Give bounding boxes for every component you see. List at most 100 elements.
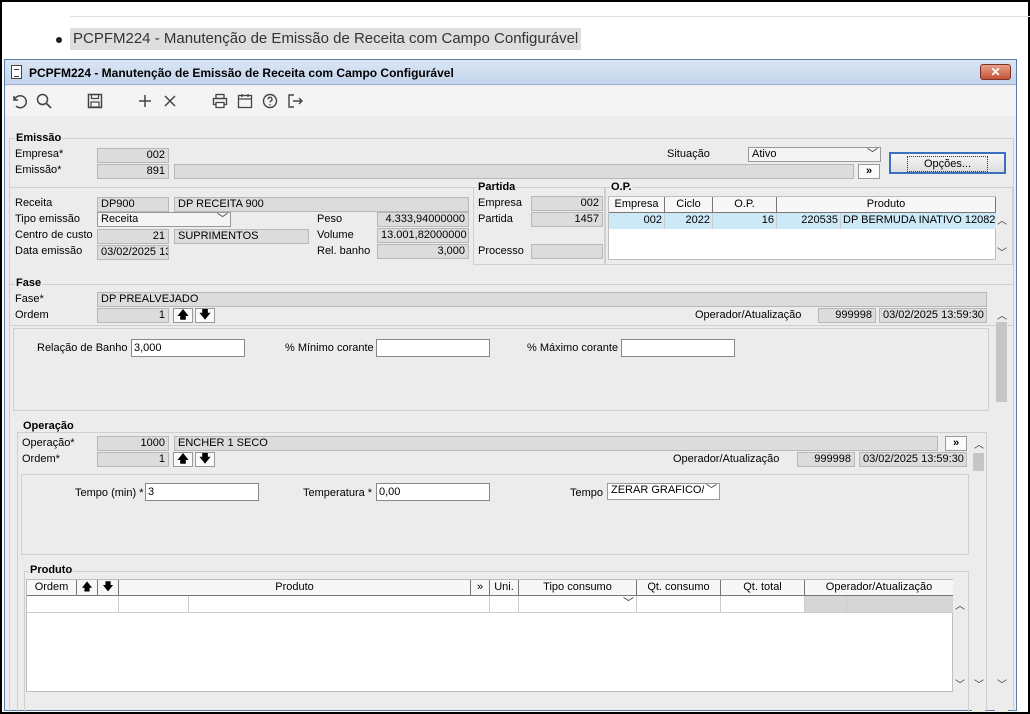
- col-more[interactable]: »: [471, 580, 490, 596]
- cell-qt-total[interactable]: [721, 596, 805, 612]
- title-bar: PCPFM224 - Manutenção de Emissão de Rece…: [5, 60, 1016, 85]
- op-grid: Empresa Ciclo O.P. Produto 002 2022 16 2…: [608, 196, 996, 260]
- app-window: PCPFM224 - Manutenção de Emissão de Rece…: [4, 59, 1017, 712]
- col-ordem-down[interactable]: 🡇: [98, 580, 119, 596]
- maximo-corante-label: % Máximo corante: [527, 342, 619, 354]
- undo-icon[interactable]: [9, 91, 29, 111]
- col-ordem[interactable]: Ordem: [27, 580, 77, 596]
- receita-code-field[interactable]: DP900: [97, 197, 169, 212]
- calendar-icon[interactable]: [235, 91, 255, 111]
- exit-icon[interactable]: [285, 91, 305, 111]
- fase-ordem-field[interactable]: 1: [97, 308, 169, 323]
- cell-qt-consumo[interactable]: [637, 596, 721, 612]
- partida-field[interactable]: 1457: [531, 212, 603, 227]
- op-cell-empresa: 002: [609, 213, 665, 229]
- col-qt-consumo[interactable]: Qt. consumo: [637, 580, 721, 596]
- help-icon[interactable]: [260, 91, 280, 111]
- processo-field[interactable]: [531, 244, 603, 259]
- op-col-ciclo[interactable]: Ciclo: [665, 197, 713, 213]
- data-emissao-label: Data emissão: [15, 245, 83, 257]
- scroll-down-icon[interactable]: ﹀: [955, 676, 965, 691]
- empresa-label: Empresa*: [15, 148, 64, 160]
- fase-field[interactable]: DP PREALVEJADO: [97, 292, 987, 307]
- minimo-corante-label: % Mínimo corante: [285, 342, 374, 354]
- move-down-button[interactable]: 🡇: [195, 452, 215, 467]
- cell-uni[interactable]: [490, 596, 519, 612]
- operacao-operador-label: Operador/Atualização: [673, 453, 780, 465]
- print-icon[interactable]: [210, 91, 230, 111]
- more-button[interactable]: »: [858, 164, 880, 179]
- scroll-up-icon[interactable]: ︿: [974, 436, 984, 451]
- scroll-down-icon[interactable]: ﹀: [974, 676, 984, 691]
- processo-label: Processo: [478, 245, 524, 257]
- cell-tipo-consumo[interactable]: ﹀: [519, 596, 637, 612]
- cell-ordem[interactable]: [27, 596, 119, 612]
- volume-field: 13.001,82000000: [377, 228, 469, 243]
- fase-ordem-label: Ordem: [15, 309, 49, 321]
- centro-desc-field: SUPRIMENTOS: [174, 229, 309, 244]
- partida-empresa-field[interactable]: 002: [531, 196, 603, 211]
- emissao-field[interactable]: 891: [97, 164, 169, 179]
- scrollbar-thumb[interactable]: [973, 453, 984, 471]
- peso-label: Peso: [317, 213, 343, 225]
- more-button[interactable]: »: [945, 436, 967, 451]
- opcoes-button[interactable]: Opções...: [889, 152, 1006, 174]
- tempo-select[interactable]: ZERAR GRAFICO/I ﹀: [607, 483, 720, 500]
- operacao-code-field[interactable]: 1000: [97, 436, 169, 451]
- col-qt-total[interactable]: Qt. total: [721, 580, 805, 596]
- tempo-value: ZERAR GRAFICO/I: [611, 484, 708, 496]
- receita-desc-field: DP RECEITA 900: [174, 197, 469, 212]
- table-row[interactable]: 002 2022 16 220535 DP BERMUDA INATIVO 12…: [609, 213, 996, 229]
- scrollbar-thumb[interactable]: [996, 322, 1007, 402]
- col-uni[interactable]: Uni.: [490, 580, 519, 596]
- col-produto[interactable]: Produto: [119, 580, 471, 596]
- tipo-emissao-select[interactable]: Receita ﹀: [97, 212, 231, 227]
- operacao-ordem-field[interactable]: 1: [97, 452, 169, 467]
- move-down-button[interactable]: 🡇: [195, 308, 215, 323]
- chevron-down-icon: ﹀: [623, 597, 634, 609]
- add-icon[interactable]: [135, 91, 155, 111]
- col-operador[interactable]: Operador/Atualização: [805, 580, 953, 596]
- chevron-down-icon: ﹀: [217, 213, 228, 225]
- produto-grid: Ordem 🡅 🡇 Produto » Uni. Tipo consumo Qt…: [26, 579, 953, 692]
- produto-title: Produto: [29, 564, 74, 576]
- close-button[interactable]: ✕: [980, 64, 1011, 80]
- scroll-up-icon[interactable]: ︿: [997, 307, 1007, 322]
- tempo-min-input[interactable]: 3: [145, 483, 259, 501]
- op-col-empresa[interactable]: Empresa: [609, 197, 665, 213]
- minimo-corante-input[interactable]: [376, 339, 490, 357]
- search-icon[interactable]: [34, 91, 54, 111]
- cell-produto-code[interactable]: [119, 596, 189, 612]
- op-cell-prod-desc: DP BERMUDA INATIVO 120822: [843, 214, 996, 226]
- op-col-op[interactable]: O.P.: [713, 197, 777, 213]
- maximo-corante-input[interactable]: [621, 339, 735, 357]
- empresa-field[interactable]: 002: [97, 148, 169, 163]
- move-up-button[interactable]: 🡅: [173, 308, 193, 323]
- page-heading: PCPFM224 - Manutenção de Emissão de Rece…: [70, 28, 582, 50]
- col-ordem-up[interactable]: 🡅: [77, 580, 98, 596]
- data-emissao-field[interactable]: 03/02/2025 13: [97, 245, 169, 260]
- table-row[interactable]: ﹀: [27, 596, 953, 613]
- scroll-up-icon[interactable]: ︿: [955, 597, 965, 612]
- scroll-down-icon[interactable]: ﹀: [997, 676, 1007, 691]
- relacao-banho-input[interactable]: 3,000: [131, 339, 245, 357]
- document-icon: [11, 65, 22, 79]
- save-icon[interactable]: [85, 91, 105, 111]
- emissao-label: Emissão*: [15, 164, 62, 176]
- op-title: O.P.: [610, 181, 633, 193]
- cell-produto-desc[interactable]: [189, 596, 490, 612]
- cell-operador: [805, 596, 847, 612]
- delete-icon[interactable]: [160, 91, 180, 111]
- situacao-select[interactable]: Ativo ﹀: [748, 147, 881, 162]
- operacao-scrollbar[interactable]: [972, 436, 985, 712]
- fase-title: Fase: [15, 277, 43, 289]
- scroll-down-icon[interactable]: ﹀: [997, 244, 1007, 259]
- move-up-button[interactable]: 🡅: [173, 452, 193, 467]
- volume-label: Volume: [317, 229, 354, 241]
- centro-code-field[interactable]: 21: [97, 229, 169, 244]
- scroll-up-icon[interactable]: ︿: [997, 212, 1007, 227]
- op-col-produto[interactable]: Produto: [777, 197, 996, 213]
- emissao-title: Emissão: [15, 132, 63, 144]
- col-tipo-consumo[interactable]: Tipo consumo: [519, 580, 637, 596]
- temperatura-input[interactable]: 0,00: [376, 483, 490, 501]
